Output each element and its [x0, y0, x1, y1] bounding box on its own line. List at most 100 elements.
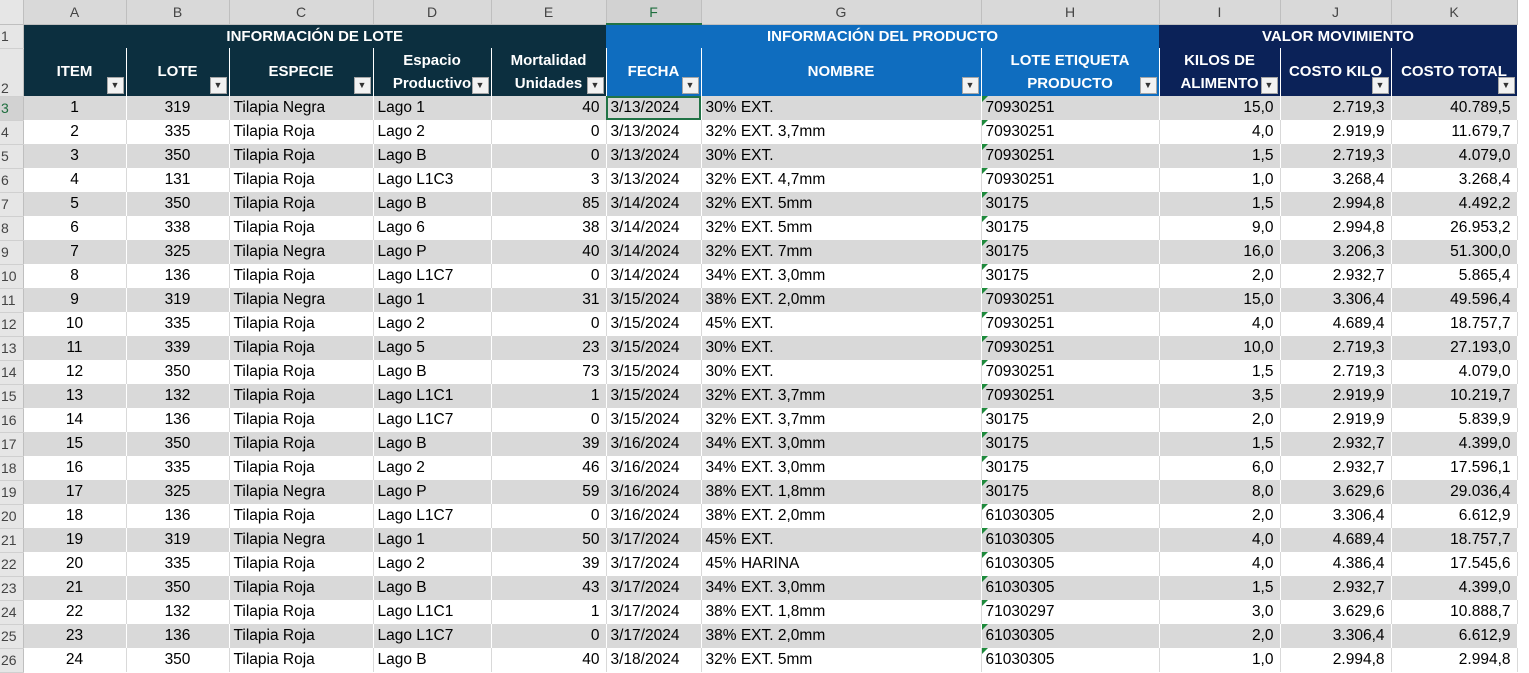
cell-costo-kilo[interactable]: 2.719,3	[1280, 336, 1392, 360]
cell-lote-et[interactable]: 70930251	[981, 336, 1160, 360]
cell-especie[interactable]: Tilapia Roja	[229, 624, 374, 648]
cell-nombre[interactable]: 32% EXT. 5mm	[701, 216, 982, 240]
cell-costo-total[interactable]: 11.679,7	[1391, 120, 1518, 144]
cell-nombre[interactable]: 45% HARINA	[701, 552, 982, 576]
filter-dropdown-icon[interactable]: ▼	[106, 77, 124, 94]
cell-mort[interactable]: 0	[491, 144, 607, 168]
sort-filter-icon[interactable]: ▼	[681, 77, 699, 94]
cell-costo-total[interactable]: 51.300,0	[1391, 240, 1518, 264]
cell-fecha[interactable]: 3/16/2024	[606, 456, 702, 480]
cell-costo-total[interactable]: 10.888,7	[1391, 600, 1518, 624]
cell-especie[interactable]: Tilapia Roja	[229, 192, 374, 216]
cell-item[interactable]: 2	[23, 120, 127, 144]
row-number[interactable]: 17	[0, 432, 24, 457]
cell-kilos[interactable]: 3,5	[1159, 384, 1281, 408]
cell-fecha[interactable]: 3/18/2024	[606, 648, 702, 672]
cell-lote[interactable]: 136	[126, 264, 230, 288]
row-number[interactable]: 12	[0, 312, 24, 337]
cell-lote[interactable]: 350	[126, 432, 230, 456]
cell-espacio[interactable]: Lago B	[373, 648, 492, 672]
column-header-h[interactable]: H	[981, 0, 1160, 25]
header-kilos[interactable]: KILOS DE ALIMENTO ▼	[1159, 48, 1281, 96]
cell-mort[interactable]: 1	[491, 384, 607, 408]
cell-kilos[interactable]: 15,0	[1159, 96, 1281, 120]
cell-especie[interactable]: Tilapia Roja	[229, 336, 374, 360]
cell-nombre[interactable]: 32% EXT. 7mm	[701, 240, 982, 264]
filter-dropdown-icon[interactable]: ▼	[1371, 77, 1389, 94]
filter-dropdown-icon[interactable]: ▼	[353, 77, 371, 94]
cell-item[interactable]: 3	[23, 144, 127, 168]
cell-lote-et[interactable]: 70930251	[981, 384, 1160, 408]
cell-fecha[interactable]: 3/16/2024	[606, 480, 702, 504]
cell-nombre[interactable]: 32% EXT. 3,7mm	[701, 120, 982, 144]
cell-item[interactable]: 4	[23, 168, 127, 192]
cell-espacio[interactable]: Lago L1C3	[373, 168, 492, 192]
cell-fecha[interactable]: 3/14/2024	[606, 264, 702, 288]
cell-fecha[interactable]: 3/13/2024	[606, 120, 702, 144]
cell-nombre[interactable]: 32% EXT. 5mm	[701, 648, 982, 672]
cell-nombre[interactable]: 38% EXT. 1,8mm	[701, 600, 982, 624]
cell-lote[interactable]: 335	[126, 552, 230, 576]
cell-item[interactable]: 16	[23, 456, 127, 480]
cell-mort[interactable]: 39	[491, 432, 607, 456]
cell-especie[interactable]: Tilapia Roja	[229, 576, 374, 600]
cell-costo-total[interactable]: 3.268,4	[1391, 168, 1518, 192]
cell-costo-kilo[interactable]: 2.719,3	[1280, 96, 1392, 120]
cell-costo-total[interactable]: 10.219,7	[1391, 384, 1518, 408]
column-header-f[interactable]: F	[606, 0, 702, 25]
cell-item[interactable]: 11	[23, 336, 127, 360]
cell-costo-total[interactable]: 5.865,4	[1391, 264, 1518, 288]
cell-lote[interactable]: 350	[126, 648, 230, 672]
row-number[interactable]: 8	[0, 216, 24, 241]
cell-costo-total[interactable]: 18.757,7	[1391, 528, 1518, 552]
header-lote-etiqueta[interactable]: LOTE ETIQUETA PRODUCTO ▼	[981, 48, 1160, 96]
cell-mort[interactable]: 85	[491, 192, 607, 216]
row-number[interactable]: 23	[0, 576, 24, 601]
cell-lote[interactable]: 136	[126, 408, 230, 432]
cell-mort[interactable]: 0	[491, 624, 607, 648]
cell-especie[interactable]: Tilapia Roja	[229, 264, 374, 288]
cell-mort[interactable]: 0	[491, 312, 607, 336]
cell-lote[interactable]: 325	[126, 480, 230, 504]
cell-mort[interactable]: 0	[491, 264, 607, 288]
cell-costo-total[interactable]: 29.036,4	[1391, 480, 1518, 504]
cell-lote[interactable]: 136	[126, 624, 230, 648]
cell-fecha[interactable]: 3/15/2024	[606, 384, 702, 408]
column-header-e[interactable]: E	[491, 0, 607, 25]
cell-costo-total[interactable]: 4.079,0	[1391, 144, 1518, 168]
cell-fecha[interactable]: 3/15/2024	[606, 360, 702, 384]
cell-espacio[interactable]: Lago L1C7	[373, 624, 492, 648]
cell-lote-et[interactable]: 71030297	[981, 600, 1160, 624]
cell-mort[interactable]: 50	[491, 528, 607, 552]
cell-espacio[interactable]: Lago B	[373, 576, 492, 600]
header-espacio[interactable]: Espacio Productivo ▼	[373, 48, 492, 96]
cell-kilos[interactable]: 6,0	[1159, 456, 1281, 480]
cell-mort[interactable]: 46	[491, 456, 607, 480]
row-number[interactable]: 22	[0, 552, 24, 577]
cell-costo-kilo[interactable]: 2.932,7	[1280, 264, 1392, 288]
cell-fecha[interactable]: 3/15/2024	[606, 288, 702, 312]
cell-fecha[interactable]: 3/16/2024	[606, 432, 702, 456]
cell-item[interactable]: 20	[23, 552, 127, 576]
cell-lote[interactable]: 132	[126, 384, 230, 408]
cell-mort[interactable]: 0	[491, 504, 607, 528]
cell-fecha[interactable]: 3/13/2024	[606, 168, 702, 192]
cell-costo-kilo[interactable]: 4.689,4	[1280, 312, 1392, 336]
cell-lote-et[interactable]: 70930251	[981, 144, 1160, 168]
cell-costo-kilo[interactable]: 3.306,4	[1280, 288, 1392, 312]
cell-fecha[interactable]: 3/15/2024	[606, 408, 702, 432]
group-header-lote[interactable]: INFORMACIÓN DE LOTE	[23, 24, 606, 48]
row-number[interactable]: 25	[0, 624, 24, 649]
cell-nombre[interactable]: 34% EXT. 3,0mm	[701, 264, 982, 288]
row-number[interactable]: 7	[0, 192, 24, 217]
row-number[interactable]: 26	[0, 648, 24, 673]
cell-nombre[interactable]: 30% EXT.	[701, 336, 982, 360]
row-number[interactable]: 1	[0, 24, 24, 49]
cell-especie[interactable]: Tilapia Roja	[229, 432, 374, 456]
cell-mort[interactable]: 40	[491, 648, 607, 672]
cell-costo-total[interactable]: 4.079,0	[1391, 360, 1518, 384]
cell-lote[interactable]: 319	[126, 288, 230, 312]
cell-espacio[interactable]: Lago B	[373, 144, 492, 168]
cell-fecha[interactable]: 3/14/2024	[606, 192, 702, 216]
cell-especie[interactable]: Tilapia Roja	[229, 408, 374, 432]
